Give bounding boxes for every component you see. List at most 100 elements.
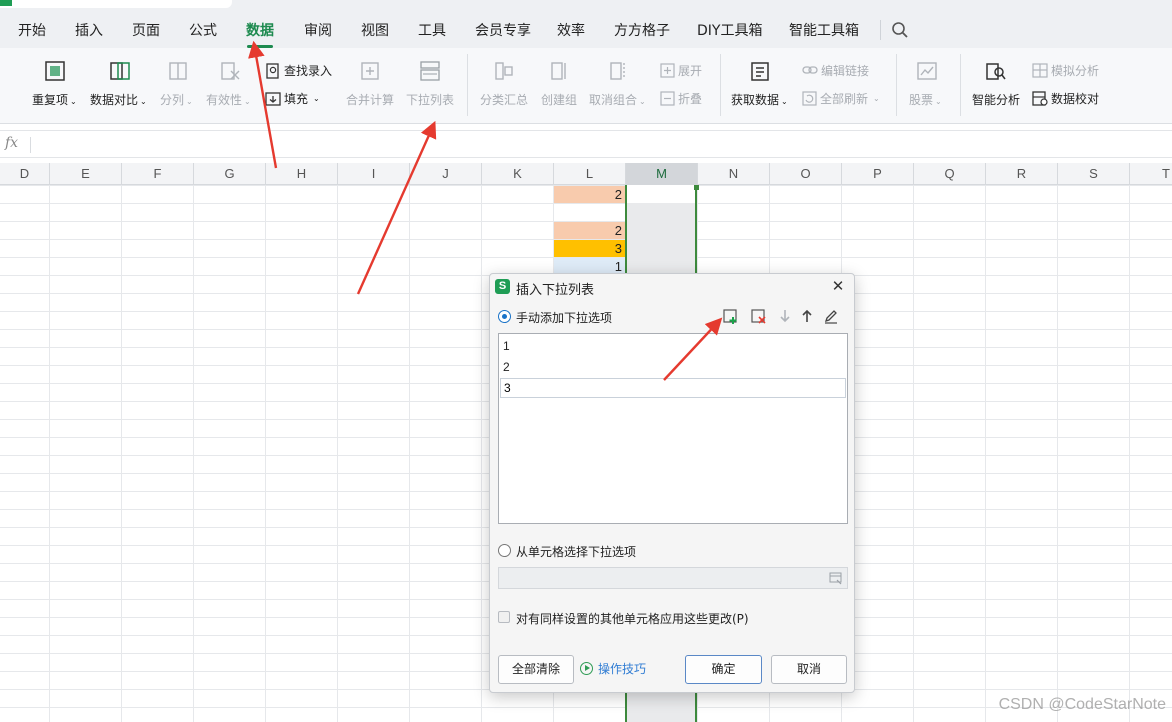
tab-tools[interactable]: 工具: [418, 20, 446, 40]
tab-review[interactable]: 审阅: [304, 20, 332, 40]
list-item[interactable]: 1: [503, 339, 510, 353]
column-header-P[interactable]: P: [842, 163, 914, 185]
cell-L[interactable]: 2: [554, 186, 625, 203]
tab-page[interactable]: 页面: [132, 20, 160, 40]
add-item-icon[interactable]: [722, 307, 740, 325]
list-item-input[interactable]: [504, 380, 804, 396]
column-header-F[interactable]: F: [122, 163, 194, 185]
dialog-titlebar[interactable]: S 插入下拉列表 ✕: [490, 274, 854, 300]
tab-formula[interactable]: 公式: [189, 20, 217, 40]
ok-button[interactable]: 确定: [685, 655, 762, 684]
tab-insert[interactable]: 插入: [75, 20, 103, 40]
data-check-button[interactable]: 数据校对: [1032, 90, 1099, 107]
edit-pencil-icon[interactable]: [822, 307, 840, 325]
tab-member[interactable]: 会员专享: [475, 20, 531, 40]
column-header-N[interactable]: N: [698, 163, 770, 185]
range-picker-icon[interactable]: [829, 572, 842, 585]
stocks-button[interactable]: 股票 ⌄: [906, 60, 948, 107]
apply-same-label[interactable]: 对有同样设置的其他单元格应用这些更改(P): [516, 610, 749, 627]
column-header-K[interactable]: K: [482, 163, 554, 185]
dropdown-list-button[interactable]: 下拉列表: [405, 60, 455, 107]
column-header-R[interactable]: R: [986, 163, 1058, 185]
expand-button[interactable]: 展开: [660, 62, 702, 79]
column-header-G[interactable]: G: [194, 163, 266, 185]
get-data-button[interactable]: 获取数据 ⌄: [730, 60, 790, 107]
compare-icon: [110, 62, 130, 80]
cell-L[interactable]: [554, 204, 625, 221]
stocks-chart-icon: [917, 62, 937, 80]
fill-button[interactable]: 填充 ⌄: [265, 90, 320, 107]
smart-analysis-label: 智能分析: [972, 93, 1021, 107]
tab-data[interactable]: 数据: [246, 20, 274, 40]
manual-option-label[interactable]: 手动添加下拉选项: [516, 309, 612, 326]
column-header-I[interactable]: I: [338, 163, 410, 185]
list-item-editor[interactable]: [500, 378, 846, 398]
tips-link[interactable]: 操作技巧: [580, 660, 646, 677]
close-icon[interactable]: ✕: [830, 278, 846, 294]
validity-button[interactable]: 有效性 ⌄: [205, 60, 255, 107]
column-header-Q[interactable]: Q: [914, 163, 986, 185]
clear-all-button[interactable]: 全部清除: [498, 655, 574, 684]
edit-links-button[interactable]: 编辑链接: [802, 62, 869, 79]
column-header-L[interactable]: L: [554, 163, 626, 185]
search-icon[interactable]: [891, 21, 909, 39]
expand-icon: [660, 63, 675, 78]
move-down-icon[interactable]: [776, 307, 794, 325]
column-header-O[interactable]: O: [770, 163, 842, 185]
ungroup-button[interactable]: 取消组合 ⌄: [589, 60, 649, 107]
repeat-button[interactable]: 重复项 ⌄: [30, 60, 80, 107]
cell-L[interactable]: 2: [554, 222, 625, 239]
merge-calc-button[interactable]: 合并计算: [345, 60, 395, 107]
active-cell[interactable]: [627, 185, 695, 203]
find-entry-button[interactable]: 查找录入: [265, 62, 332, 79]
grid-line: [1057, 185, 1058, 722]
data-check-label: 数据校对: [1051, 92, 1100, 106]
dropdown-items-list[interactable]: 1 2: [498, 333, 848, 524]
smart-analysis-button[interactable]: 智能分析: [970, 60, 1022, 107]
column-header-M[interactable]: M: [626, 163, 698, 185]
stocks-label: 股票 ⌄: [909, 93, 942, 107]
subtotal-button[interactable]: 分类汇总: [478, 60, 530, 107]
fill-handle[interactable]: [694, 185, 699, 190]
manual-option-radio[interactable]: [498, 310, 511, 323]
get-data-label: 获取数据 ⌄: [731, 93, 788, 107]
cell-L[interactable]: 3: [554, 240, 625, 257]
tab-diy-toolbox[interactable]: DIY工具箱: [697, 20, 762, 40]
column-headers: D E F G H I J K L M N O P Q R S T: [0, 163, 1172, 185]
grid-line: [121, 185, 122, 722]
create-group-button[interactable]: 创建组: [540, 60, 580, 107]
fx-icon[interactable]: fx: [5, 135, 18, 151]
simulation-button[interactable]: 模拟分析: [1032, 62, 1099, 79]
split-button[interactable]: 分列 ⌄: [158, 60, 198, 107]
column-header-T[interactable]: T: [1130, 163, 1172, 185]
create-group-icon: [551, 62, 566, 80]
validity-label: 有效性 ⌄: [206, 93, 251, 107]
tab-smart-toolbox[interactable]: 智能工具箱: [789, 20, 859, 40]
apply-same-checkbox[interactable]: [498, 611, 510, 623]
refresh-icon: [802, 91, 817, 106]
tab-home[interactable]: 开始: [18, 20, 46, 40]
cell-option-radio[interactable]: [498, 544, 511, 557]
fill-icon: [265, 91, 281, 106]
grid-line: [985, 185, 986, 722]
edit-links-label: 编辑链接: [821, 64, 870, 78]
collapse-button[interactable]: 折叠: [660, 90, 702, 107]
grid-line: [337, 185, 338, 722]
move-up-icon[interactable]: [798, 307, 816, 325]
delete-item-icon[interactable]: [750, 307, 768, 325]
refresh-all-button[interactable]: 全部刷新 ⌄: [802, 90, 880, 107]
column-header-D[interactable]: D: [0, 163, 50, 185]
compare-button[interactable]: 数据对比 ⌄: [90, 60, 150, 107]
document-tab[interactable]: [0, 0, 232, 8]
column-header-S[interactable]: S: [1058, 163, 1130, 185]
cell-option-label[interactable]: 从单元格选择下拉选项: [516, 543, 636, 560]
tab-fangfang[interactable]: 方方格子: [614, 20, 670, 40]
cancel-button[interactable]: 取消: [771, 655, 847, 684]
column-header-E[interactable]: E: [50, 163, 122, 185]
column-header-H[interactable]: H: [266, 163, 338, 185]
tab-view[interactable]: 视图: [361, 20, 389, 40]
column-header-J[interactable]: J: [410, 163, 482, 185]
list-item[interactable]: 2: [503, 360, 510, 374]
cell-range-input[interactable]: [498, 567, 848, 589]
tab-efficiency[interactable]: 效率: [557, 20, 585, 40]
